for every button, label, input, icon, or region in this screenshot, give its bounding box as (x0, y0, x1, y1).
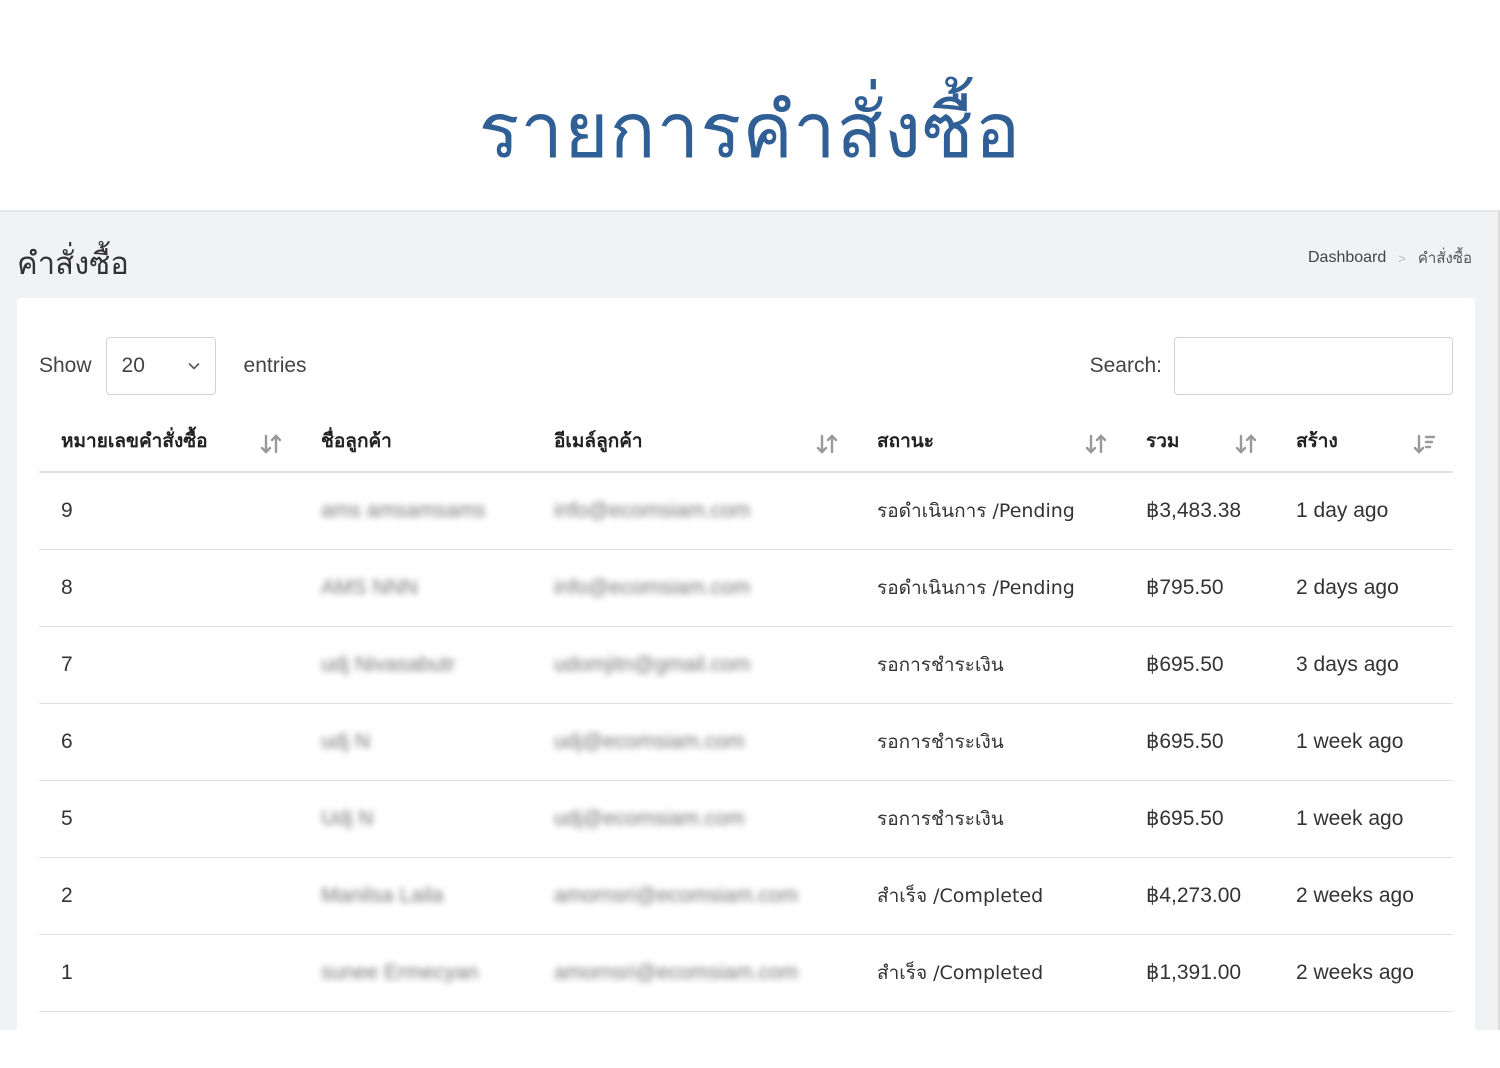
order-total: ฿4,273.00 (1124, 857, 1274, 935)
order-created: 2 weeks ago (1274, 934, 1453, 1012)
content-header: คำสั่งซื้อ Dashboard > คำสั่งซื้อ (17, 238, 1472, 282)
customer-email: info@ecomsiam.com (532, 472, 855, 550)
order-number: 9 (39, 472, 299, 550)
customer-email: udj@ecomsiam.com (532, 780, 855, 858)
order-created: 1 week ago (1274, 780, 1453, 858)
order-total: ฿695.50 (1124, 703, 1274, 781)
table-header-row: หมายเลขคำสั่งซื้อ ชื่อลูกค้า อีเมล์ลูกค้… (39, 410, 1453, 473)
customer-name: Manilsa Laila (299, 857, 532, 935)
order-status: สำเร็จ /Completed (855, 934, 1124, 1012)
page-size-select[interactable]: 20 (105, 337, 216, 395)
sort-arrows-icon (1235, 434, 1257, 454)
hero-banner: รายการคำสั่งซื้อ (0, 0, 1500, 210)
order-number: 8 (39, 549, 299, 627)
order-status: สำเร็จ /Completed (855, 857, 1124, 935)
column-header-order-number[interactable]: หมายเลขคำสั่งซื้อ (39, 410, 299, 473)
order-number: 1 (39, 934, 299, 1012)
bottom-margin (0, 1030, 1500, 1068)
page-length-control: Show 20 entries (39, 336, 307, 396)
breadcrumb-dashboard-link[interactable]: Dashboard (1308, 249, 1386, 267)
order-status: รอดำเนินการ /Pending (855, 549, 1124, 627)
order-created: 1 day ago (1274, 472, 1453, 550)
order-number: 7 (39, 626, 299, 704)
table-row[interactable]: 2 Manilsa Laila amornsri@ecomsiam.com สำ… (39, 857, 1453, 935)
sort-arrows-icon (816, 434, 838, 454)
customer-name: AMS NNN (299, 549, 532, 627)
customer-name: ams amsamsams (299, 472, 532, 550)
search-control: Search: (1090, 336, 1453, 396)
customer-email: amornsri@ecomsiam.com (532, 934, 855, 1012)
orders-card: Show 20 entries Search: หมายเลขคำสั่งซื้… (17, 298, 1475, 1030)
order-total: ฿695.50 (1124, 626, 1274, 704)
column-header-status[interactable]: สถานะ (855, 410, 1124, 473)
order-total: ฿3,483.38 (1124, 472, 1274, 550)
table-row[interactable]: 7 udj Nivasabutr udomjitn@gmail.com รอกา… (39, 626, 1453, 704)
order-number: 2 (39, 857, 299, 935)
order-status: รอการชำระเงิน (855, 780, 1124, 858)
column-label: สถานะ (877, 429, 934, 452)
column-header-total[interactable]: รวม (1124, 410, 1274, 473)
order-created: 2 weeks ago (1274, 857, 1453, 935)
customer-name: udj Nivasabutr (299, 626, 532, 704)
order-status: รอดำเนินการ /Pending (855, 472, 1124, 550)
entries-label: entries (243, 354, 307, 377)
page-title: คำสั่งซื้อ (17, 246, 129, 282)
breadcrumb-current: คำสั่งซื้อ (1417, 249, 1472, 267)
customer-email: info@ecomsiam.com (532, 549, 855, 627)
breadcrumb: Dashboard > คำสั่งซื้อ (1308, 246, 1472, 270)
order-total: ฿1,391.00 (1124, 934, 1274, 1012)
sort-arrows-icon (1085, 434, 1107, 454)
table-row[interactable]: 8 AMS NNN info@ecomsiam.com รอดำเนินการ … (39, 549, 1453, 627)
table-row[interactable]: 1 sunee Ermecyan amornsri@ecomsiam.com ส… (39, 934, 1453, 1012)
customer-email: udj@ecomsiam.com (532, 703, 855, 781)
order-total: ฿695.50 (1124, 780, 1274, 858)
order-total: ฿795.50 (1124, 549, 1274, 627)
customer-email: udomjitn@gmail.com (532, 626, 855, 704)
orders-table: หมายเลขคำสั่งซื้อ ชื่อลูกค้า อีเมล์ลูกค้… (39, 410, 1453, 1012)
sort-desc-icon (1413, 434, 1436, 454)
customer-name: Udj N (299, 780, 532, 858)
order-created: 2 days ago (1274, 549, 1453, 627)
show-label: Show (39, 354, 92, 377)
chevron-down-icon (187, 362, 200, 370)
customer-name: udj N (299, 703, 532, 781)
column-label: สร้าง (1296, 429, 1338, 452)
order-number: 5 (39, 780, 299, 858)
column-header-customer-name[interactable]: ชื่อลูกค้า (299, 410, 532, 473)
order-created: 1 week ago (1274, 703, 1453, 781)
page-size-value: 20 (121, 354, 145, 377)
order-status: รอการชำระเงิน (855, 626, 1124, 704)
search-label: Search: (1089, 354, 1162, 377)
table-row[interactable]: 6 udj N udj@ecomsiam.com รอการชำระเงิน ฿… (39, 703, 1453, 781)
column-label: หมายเลขคำสั่งซื้อ (61, 429, 208, 452)
search-input[interactable] (1174, 337, 1453, 395)
column-label: อีเมล์ลูกค้า (554, 429, 643, 452)
customer-name: sunee Ermecyan (299, 934, 532, 1012)
order-created: 3 days ago (1274, 626, 1453, 704)
breadcrumb-separator: > (1398, 250, 1406, 266)
column-header-customer-email[interactable]: อีเมล์ลูกค้า (532, 410, 855, 473)
order-number: 6 (39, 703, 299, 781)
column-label: รวม (1146, 429, 1180, 452)
admin-app: คำสั่งซื้อ Dashboard > คำสั่งซื้อ Show 2… (0, 210, 1500, 1030)
table-row[interactable]: 9 ams amsamsams info@ecomsiam.com รอดำเน… (39, 472, 1453, 550)
sort-arrows-icon (260, 434, 282, 454)
table-row[interactable]: 5 Udj N udj@ecomsiam.com รอการชำระเงิน ฿… (39, 780, 1453, 858)
customer-email: amornsri@ecomsiam.com (532, 857, 855, 935)
column-label: ชื่อลูกค้า (321, 429, 392, 452)
order-status: รอการชำระเงิน (855, 703, 1124, 781)
column-header-created[interactable]: สร้าง (1274, 410, 1453, 473)
hero-title: รายการคำสั่งซื้อ (478, 86, 1022, 175)
